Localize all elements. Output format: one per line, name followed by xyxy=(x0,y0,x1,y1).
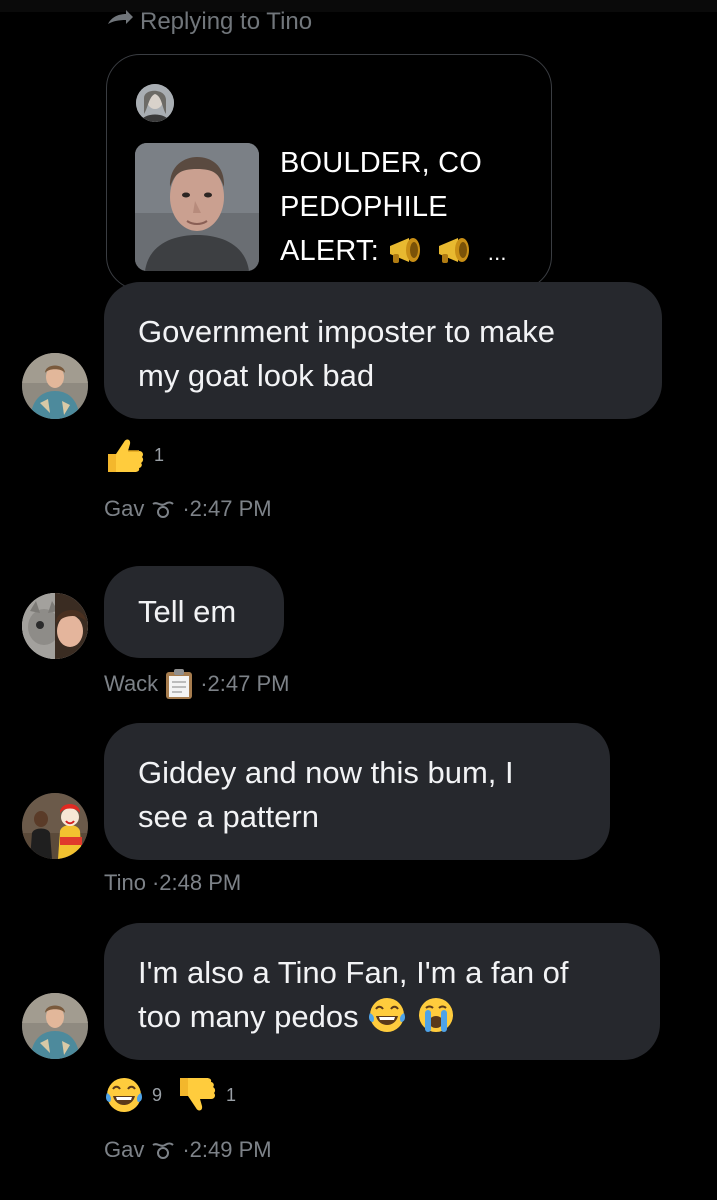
avatar-gav[interactable] xyxy=(22,993,88,1059)
reaction-count: 9 xyxy=(152,1084,163,1105)
reactions-row: 9 1 xyxy=(104,1074,236,1116)
quoted-post-avatar xyxy=(136,84,174,122)
reaction-laugh[interactable]: 9 xyxy=(104,1075,162,1115)
loudly-crying-icon xyxy=(418,998,453,1032)
thumbs-up-icon xyxy=(108,439,144,472)
tilde-icon xyxy=(152,1142,175,1159)
thumbs-down-icon xyxy=(180,1078,216,1111)
message-meta: Tino ·2:48 PM xyxy=(104,870,241,896)
reaction-count: 1 xyxy=(226,1084,237,1105)
message-text-line: Government imposter to make xyxy=(138,314,555,349)
author-name[interactable]: Tino xyxy=(104,870,146,896)
clipboard-icon xyxy=(166,669,193,699)
megaphone-icon xyxy=(390,238,421,263)
message-text-line: Giddey and now this bum, I xyxy=(138,755,514,790)
message-meta: Gav ·2:47 PM xyxy=(104,496,272,522)
reaction-thumbs-up[interactable]: 1 xyxy=(104,434,164,476)
message-text-line: my goat look bad xyxy=(138,358,375,393)
laughing-crying-icon xyxy=(369,998,406,1032)
message-text-line: Tell em xyxy=(138,594,237,629)
message-bubble[interactable]: Tell em xyxy=(104,566,284,658)
message-bubble[interactable]: Giddey and now this bum, I see a pattern xyxy=(104,723,610,860)
quoted-post-image[interactable] xyxy=(135,143,259,271)
reaction-count: 1 xyxy=(154,444,165,465)
avatar-gav[interactable] xyxy=(22,353,88,419)
tilde-icon xyxy=(152,501,175,518)
message-text-line: I'm also a Tino Fan, I'm a fan of xyxy=(138,955,569,990)
replying-to-header[interactable]: Replying to Tino xyxy=(106,8,312,36)
replying-to-text: Replying to Tino xyxy=(140,8,313,35)
message-meta: Gav ·2:49 PM xyxy=(104,1137,272,1163)
author-name[interactable]: Gav xyxy=(104,496,144,522)
timestamp: ·2:47 PM xyxy=(182,496,272,521)
message-meta: Wack ·2:47 PM xyxy=(104,668,289,700)
reactions-row: 1 xyxy=(104,434,164,476)
megaphone-icon xyxy=(438,238,469,263)
message-bubble[interactable]: I'm also a Tino Fan, I'm a fan of too ma… xyxy=(104,923,660,1060)
author-name[interactable]: Gav xyxy=(104,1137,144,1163)
quoted-post-line-2: PEDOPHILE xyxy=(280,191,448,223)
quoted-post-alert: ALERT: xyxy=(280,235,379,267)
laughing-crying-icon xyxy=(106,1078,142,1112)
quoted-post-ellipsis: ... xyxy=(487,240,507,265)
avatar-wack[interactable] xyxy=(22,593,88,659)
timestamp: ·2:49 PM xyxy=(182,1137,272,1162)
reaction-thumbs-down[interactable]: 1 xyxy=(176,1074,236,1116)
reply-arrow-icon xyxy=(108,10,133,24)
message-bubble[interactable]: Government imposter to make my goat look… xyxy=(104,282,662,419)
author-name[interactable]: Wack xyxy=(104,671,158,697)
quoted-post-text: BOULDER, CO PEDOPHILE ALERT: ... xyxy=(280,141,530,275)
message-text-line-with-emoji: too many pedos xyxy=(138,995,626,1039)
message-text-line: see a pattern xyxy=(138,799,319,834)
quoted-post-line-1: BOULDER, CO xyxy=(280,147,483,179)
timestamp: ·2:47 PM xyxy=(200,671,290,696)
avatar-tino[interactable] xyxy=(22,793,88,859)
quoted-post-line-3: ALERT: ... xyxy=(280,229,530,275)
message-text-line: too many pedos xyxy=(138,999,359,1034)
timestamp: ·2:48 PM xyxy=(151,870,242,895)
